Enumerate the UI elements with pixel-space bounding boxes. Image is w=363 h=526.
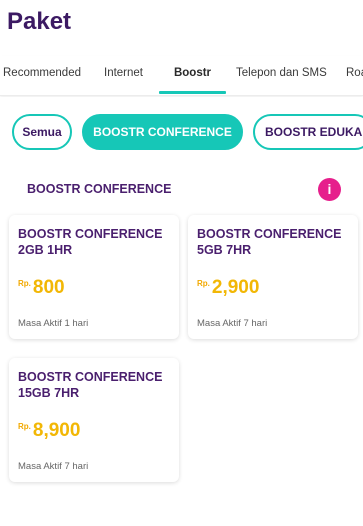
category-tabs: Recommended Internet Boostr Telepon dan … <box>0 56 363 96</box>
section-title: BOOSTR CONFERENCE <box>27 182 172 196</box>
price-row: Rp. 800 <box>18 277 65 299</box>
package-name: BOOSTR CONFERENCE 15GB 7HR <box>18 370 163 400</box>
package-name: BOOSTR CONFERENCE 5GB 7HR <box>197 227 342 257</box>
info-icon[interactable]: i <box>318 178 341 201</box>
package-price: 2,900 <box>211 277 260 298</box>
tab-recommended[interactable]: Recommended <box>3 56 81 94</box>
tab-internet[interactable]: Internet <box>104 56 143 94</box>
price-row: Rp. 2,900 <box>197 277 259 299</box>
package-price: 800 <box>32 277 65 298</box>
package-card[interactable]: BOOSTR CONFERENCE 5GB 7HR Rp. 2,900 Masa … <box>188 215 358 339</box>
filter-chip-semua[interactable]: Semua <box>12 114 72 150</box>
package-card[interactable]: BOOSTR CONFERENCE 15GB 7HR Rp. 8,900 Masa… <box>9 358 179 482</box>
price-row: Rp. 8,900 <box>18 420 80 442</box>
package-name: BOOSTR CONFERENCE 2GB 1HR <box>18 227 163 257</box>
package-price: 8,900 <box>32 420 81 441</box>
page-title: Paket <box>7 8 72 35</box>
package-card[interactable]: BOOSTR CONFERENCE 2GB 1HR Rp. 800 Masa Ak… <box>9 215 179 339</box>
tab-telepon-dan-sms[interactable]: Telepon dan SMS <box>236 56 327 94</box>
active-period: Masa Aktif 7 hari <box>197 318 268 329</box>
paket-screen: Paket Recommended Internet Boostr Telepo… <box>0 0 363 526</box>
currency-label: Rp. <box>197 279 210 288</box>
filter-chip-boostr-conference[interactable]: BOOSTR CONFERENCE <box>82 114 243 150</box>
currency-label: Rp. <box>18 279 31 288</box>
tab-boostr[interactable]: Boostr <box>159 56 226 94</box>
currency-label: Rp. <box>18 422 31 431</box>
tab-roaming[interactable]: Roa <box>346 56 363 94</box>
active-period: Masa Aktif 7 hari <box>18 461 89 472</box>
active-period: Masa Aktif 1 hari <box>18 318 89 329</box>
filter-chip-boostr-edukasi[interactable]: BOOSTR EDUKA <box>253 114 363 150</box>
